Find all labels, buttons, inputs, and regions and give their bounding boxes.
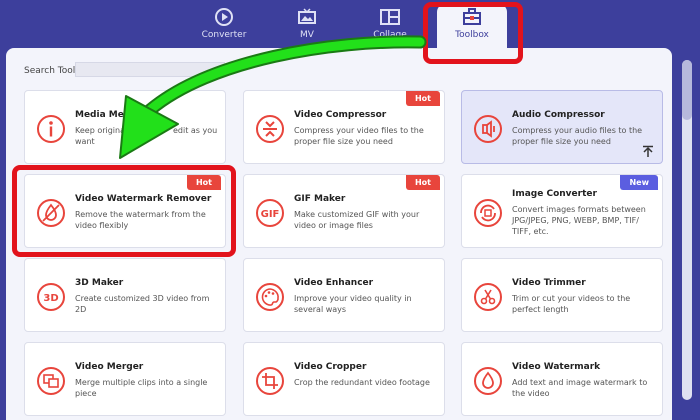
tool-title: Video Trimmer [512,278,586,288]
pin-icon[interactable] [642,145,654,157]
tool-description: Create customized 3D video from 2D [75,294,210,314]
mv-icon [298,8,316,24]
image-convert-icon [474,199,502,227]
tool-description: Trim or cut your videos to the perfect l… [512,294,631,314]
tool-title: Audio Compressor [512,110,605,120]
tool-title: 3D Maker [75,278,124,288]
palette-icon [256,283,284,311]
hot-badge: Hot [405,175,440,190]
tool-title: Video Watermark [512,362,601,372]
converter-icon [215,8,233,26]
tool-description: Merge multiple clips into a single piece [75,378,208,398]
svg-text:GIF: GIF [261,209,280,220]
tool-description: Make customized GIF with your video or i… [294,210,420,230]
collage-icon [380,9,400,25]
tool-description: Add text and image watermark to the vide… [512,378,648,398]
hot-badge: Hot [405,91,440,106]
tool-description: Crop the redundant video footage [294,378,430,387]
tool-card-gif-maker[interactable]: Hot GIF GIF Maker Make customized GIF wi… [243,174,445,248]
tool-title: Video Merger [75,362,144,372]
tab-label: Converter [201,30,247,40]
tool-card-video-trimmer[interactable]: Video Trimmer Trim or cut your videos to… [461,258,663,332]
tool-card-media-metadata[interactable]: Media Metad Keep original edit as you wa… [24,90,226,164]
scrollbar[interactable] [682,60,692,400]
tab-mv[interactable]: MV [272,4,342,46]
watermark-remover-highlight-box [12,165,236,257]
tab-converter[interactable]: Converter [189,4,259,46]
tool-card-video-watermark[interactable]: Video Watermark Add text and image water… [461,342,663,416]
scroll-thumb[interactable] [682,60,692,120]
tool-card-image-converter[interactable]: New Image Converter Convert images forma… [461,174,663,248]
tool-card-audio-compressor[interactable]: Audio Compressor Compress your audio fil… [461,90,663,164]
audio-compress-icon [474,115,502,143]
tool-title: Video Enhancer [294,278,374,288]
tool-description: Compress your audio files to the proper … [512,126,643,146]
top-nav: Converter MV Collage Toolbox [0,0,700,54]
tool-card-video-enhancer[interactable]: Video Enhancer Improve your video qualit… [243,258,445,332]
droplet-icon [474,367,502,395]
crop-icon [256,367,284,395]
info-icon [37,115,65,143]
tab-collage[interactable]: Collage [355,4,425,46]
tool-title: Video Cropper [294,362,367,372]
gif-icon: GIF [256,199,284,227]
tool-title: Media Metad [75,110,141,120]
tool-description: Keep original edit as you want [75,126,220,146]
tab-label: MV [300,30,314,40]
scissors-icon [474,283,502,311]
tool-title: Image Converter [512,189,597,199]
tool-description: Compress your video files to the proper … [294,126,424,146]
toolbox-highlight-box [423,2,523,64]
tool-title: GIF Maker [294,194,346,204]
svg-text:3D: 3D [43,293,58,304]
tool-description: Improve your video quality in several wa… [294,294,412,314]
tool-title: Video Compressor [294,110,387,120]
compress-icon [256,115,284,143]
merge-icon [37,367,65,395]
tab-label: Collage [373,30,407,40]
tool-description: Convert images formats between JPG/JPEG,… [512,205,646,236]
tool-card-video-cropper[interactable]: Video Cropper Crop the redundant video f… [243,342,445,416]
tool-card-3d-maker[interactable]: 3D 3D Maker Create customized 3D video f… [24,258,226,332]
3d-icon: 3D [37,283,65,311]
search-input[interactable] [75,62,225,77]
tool-card-video-compressor[interactable]: Hot Video Compressor Compress your video… [243,90,445,164]
tool-card-video-merger[interactable]: Video Merger Merge multiple clips into a… [24,342,226,416]
search-label: Search Tool: [24,66,79,76]
new-badge: New [620,175,658,190]
